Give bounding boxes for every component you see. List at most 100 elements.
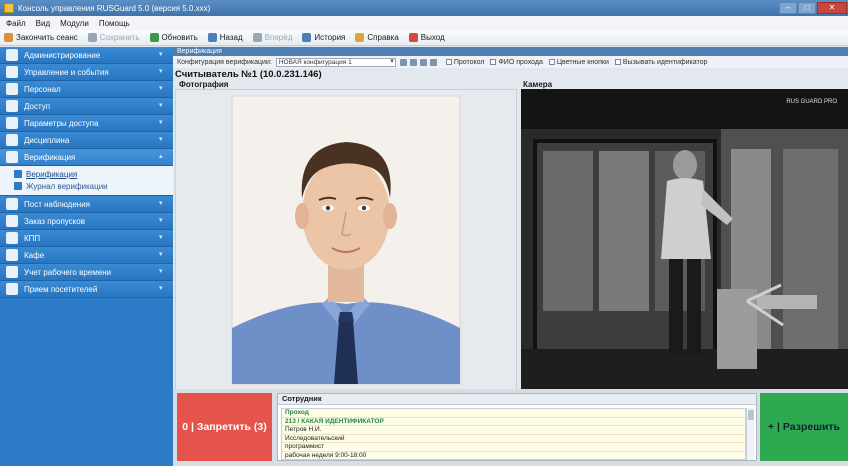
config-delete-icon[interactable]: [429, 58, 437, 66]
chevron-down-icon[interactable]: ▾: [159, 85, 167, 93]
sidebar-group-label: Учет рабочего времени: [24, 267, 112, 277]
sidebar-group-8[interactable]: Заказ пропусков ▾: [0, 213, 173, 230]
toolbar-button-2[interactable]: Обновить: [149, 33, 198, 42]
back-icon: [207, 33, 217, 42]
sidebar-group-0[interactable]: Администрирование ▾: [0, 47, 173, 64]
config-label: Конфигурация верификации:: [177, 58, 272, 66]
reader-title: Считыватель №1 (10.0.231.146): [175, 69, 322, 80]
chevron-down-icon[interactable]: ▾: [159, 251, 167, 259]
truck-icon: [6, 232, 18, 244]
chevron-down-icon[interactable]: ▾: [159, 119, 167, 127]
toolbar-button-7[interactable]: Выход: [408, 33, 445, 42]
checkbox-fio[interactable]: ФИО прохода: [490, 59, 543, 66]
key-icon: [6, 100, 18, 112]
employee-list-scrollbar[interactable]: [746, 408, 754, 460]
employee-photo: [231, 95, 461, 385]
checkbox-colored-buttons[interactable]: Цветные кнопки: [548, 59, 609, 66]
chevron-down-icon[interactable]: ▾: [159, 68, 167, 76]
help-icon: [355, 33, 365, 42]
camera-label: Камера: [523, 80, 553, 89]
chevron-down-icon[interactable]: ▾: [159, 285, 167, 293]
history-icon: [302, 33, 312, 42]
sidebar-group-2[interactable]: Персонал ▾: [0, 81, 173, 98]
sidebar-group-label: Прием посетителей: [24, 284, 98, 294]
toolbar-button-label: Справка: [367, 33, 399, 42]
chevron-down-icon[interactable]: ▾: [159, 217, 167, 225]
close-icon[interactable]: ✕: [817, 2, 847, 14]
toolbar-button-label: Вперёд: [264, 33, 293, 42]
window-controls: – □ ✕: [779, 1, 848, 15]
sidebar-group-label: Управление и события: [24, 67, 109, 77]
sidebar-group-10[interactable]: Кафе ▾: [0, 247, 173, 264]
chevron-down-icon[interactable]: ▾: [159, 200, 167, 208]
chevron-down-icon[interactable]: ▾: [159, 51, 167, 59]
monitor-icon: [6, 66, 18, 78]
sidebar-group-3[interactable]: Доступ ▾: [0, 98, 173, 115]
sidebar-subitem-0[interactable]: Верификация: [0, 168, 173, 180]
chevron-down-icon[interactable]: ▾: [159, 102, 167, 110]
config-edit-icon[interactable]: [399, 58, 407, 66]
checkbox-protocol[interactable]: Протокол: [445, 59, 484, 66]
main-content: Верификация Конфигурация верификации: НО…: [173, 47, 848, 466]
sidebar-group-9[interactable]: КПП ▾: [0, 230, 173, 247]
menu-modules[interactable]: Модули: [60, 19, 89, 28]
settings-icon: [6, 117, 18, 129]
toolbar: Закончить сеанс Сохранить Обновить Назад Впе…: [0, 30, 848, 46]
chevron-down-icon[interactable]: ▾: [159, 268, 167, 276]
sidebar-group-label: Верификация: [24, 152, 76, 162]
sidebar-group-6[interactable]: Верификация ▴: [0, 149, 173, 166]
exit-icon: [408, 33, 418, 42]
config-select-value: НОВАЯ конфигурация 1: [278, 58, 352, 66]
toolbar-button-label: Сохранить: [99, 33, 140, 42]
toolbar-button-1[interactable]: Сохранить: [87, 33, 140, 42]
verify-icon: [6, 151, 18, 163]
employee-detail-row: 213 / КАКАЯ ИДЕНТИФИКАТОР: [282, 418, 745, 426]
chevron-down-icon[interactable]: ▾: [159, 136, 167, 144]
subitem-icon: [14, 182, 22, 190]
chevron-up-icon[interactable]: ▴: [159, 153, 167, 161]
clock-icon: [6, 134, 18, 146]
sidebar-group-5[interactable]: Дисциплина ▾: [0, 132, 173, 149]
config-copy-icon[interactable]: [419, 58, 427, 66]
employee-detail-row: Петров Н.И.: [282, 426, 745, 435]
forward-icon: [252, 33, 262, 42]
employee-photo-panel: [175, 89, 517, 429]
checkbox-call-identifier[interactable]: Вызывать идентификатор: [614, 59, 707, 66]
menu-file[interactable]: Файл: [6, 19, 26, 28]
clock-icon: [6, 266, 18, 278]
sidebar-subitem-1[interactable]: Журнал верификации: [0, 180, 173, 192]
card-icon: [6, 215, 18, 227]
config-select[interactable]: НОВАЯ конфигурация 1: [275, 57, 396, 67]
menu-help[interactable]: Помощь: [99, 19, 130, 28]
sidebar-group-4[interactable]: Параметры доступа ▾: [0, 115, 173, 132]
toolbar-button-5[interactable]: История: [302, 33, 345, 42]
config-add-icon[interactable]: [409, 58, 417, 66]
menu-bar: Файл Вид Модули Помощь: [0, 16, 848, 30]
employee-header: Сотрудник: [278, 394, 756, 405]
toolbar-button-6[interactable]: Справка: [355, 33, 399, 42]
sidebar-group-11[interactable]: Учет рабочего времени ▾: [0, 264, 173, 281]
toolbar-button-4[interactable]: Вперёд: [252, 33, 293, 42]
app-icon: [4, 3, 14, 13]
camera-feed-image: RUS GUARD PRO: [521, 89, 848, 389]
chevron-down-icon[interactable]: ▾: [159, 234, 167, 242]
gear-icon: [6, 49, 18, 61]
maximize-icon[interactable]: □: [798, 2, 816, 14]
toolbar-button-3[interactable]: Назад: [207, 33, 243, 42]
sidebar-group-7[interactable]: Пост наблюдения ▾: [0, 196, 173, 213]
sidebar-group-1[interactable]: Управление и события ▾: [0, 64, 173, 81]
toolbar-button-0[interactable]: Закончить сеанс: [4, 33, 78, 42]
refresh-icon: [149, 33, 159, 42]
sidebar-group-12[interactable]: Прием посетителей ▾: [0, 281, 173, 298]
sidebar-subitems: Верификация Журнал верификации: [0, 166, 173, 196]
sidebar: Администрирование ▾ Управление и события ▾ П…: [0, 47, 173, 466]
visitors-icon: [6, 283, 18, 295]
toolbar-button-label: Назад: [219, 33, 243, 42]
employee-info-box: Сотрудник Проход 213 / КАКАЯ ИДЕНТИФИКАТО…: [277, 393, 757, 461]
deny-button[interactable]: 0 | Запретить (3): [177, 393, 272, 461]
verification-actions: 0 | Запретить (3) Сотрудник Проход 213 / …: [173, 389, 848, 466]
sidebar-group-label: Заказ пропусков: [24, 216, 85, 226]
minimize-icon[interactable]: –: [779, 2, 797, 14]
menu-view[interactable]: Вид: [36, 19, 50, 28]
allow-button[interactable]: + | Разрешить: [760, 393, 848, 461]
